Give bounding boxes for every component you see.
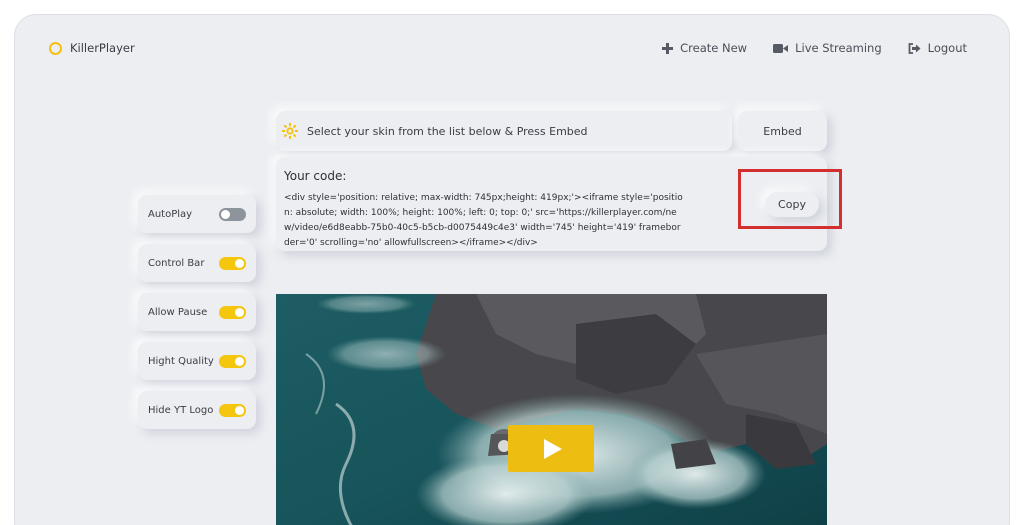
switch-knob <box>235 258 244 268</box>
video-player[interactable] <box>276 294 827 525</box>
hide-yt-logo-switch[interactable] <box>219 403 246 417</box>
play-icon <box>544 438 562 459</box>
switch-knob <box>235 307 244 317</box>
logo-text: KillerPlayer <box>70 41 135 55</box>
live-streaming-label: Live Streaming <box>795 41 882 55</box>
create-new-label: Create New <box>680 41 748 55</box>
control-bar-switch[interactable] <box>219 256 246 270</box>
switch-knob <box>221 209 230 219</box>
logout-link[interactable]: Logout <box>908 41 967 55</box>
switch-knob <box>235 356 244 366</box>
logo-ring-icon <box>49 41 62 55</box>
toggle-label: Allow Pause <box>148 306 208 318</box>
play-button[interactable] <box>508 425 594 472</box>
toggle-label: AutoPlay <box>148 208 193 220</box>
video-thumbnail <box>276 294 827 525</box>
toggle-label: Hide YT Logo <box>148 404 214 416</box>
autoplay-switch[interactable] <box>219 207 246 221</box>
toggle-label: Control Bar <box>148 257 205 269</box>
live-streaming-link[interactable]: Live Streaming <box>773 41 882 55</box>
skin-instruction-bar: Select your skin from the list below & P… <box>276 111 732 151</box>
switch-knob <box>235 405 244 415</box>
top-navigation: Create New Live Streaming Logout <box>662 41 967 55</box>
plus-icon <box>662 42 674 54</box>
embed-code-snippet[interactable]: <div style='position: relative; max-widt… <box>284 191 684 251</box>
hight-quality-switch[interactable] <box>219 354 246 368</box>
logo[interactable]: KillerPlayer <box>49 41 135 55</box>
logout-icon <box>908 42 921 54</box>
app-window: KillerPlayer Create New Live Streaming L… <box>14 14 1010 525</box>
create-new-link[interactable]: Create New <box>662 41 747 55</box>
toggle-list: AutoPlay Control Bar Allow Pause Hight Q… <box>138 195 256 440</box>
skin-instruction-text: Select your skin from the list below & P… <box>307 124 588 138</box>
allow-pause-switch[interactable] <box>219 305 246 319</box>
toggle-control-bar[interactable]: Control Bar <box>138 244 256 282</box>
sun-icon <box>282 123 298 139</box>
logout-label: Logout <box>927 41 967 55</box>
toggle-allow-pause[interactable]: Allow Pause <box>138 293 256 331</box>
toggle-hide-yt-logo[interactable]: Hide YT Logo <box>138 391 256 429</box>
copy-button[interactable]: Copy <box>765 192 819 217</box>
embed-button[interactable]: Embed <box>738 111 827 151</box>
toggle-label: Hight Quality <box>148 355 214 367</box>
toggle-hight-quality[interactable]: Hight Quality <box>138 342 256 380</box>
video-camera-icon <box>773 43 789 53</box>
toggle-autoplay[interactable]: AutoPlay <box>138 195 256 233</box>
